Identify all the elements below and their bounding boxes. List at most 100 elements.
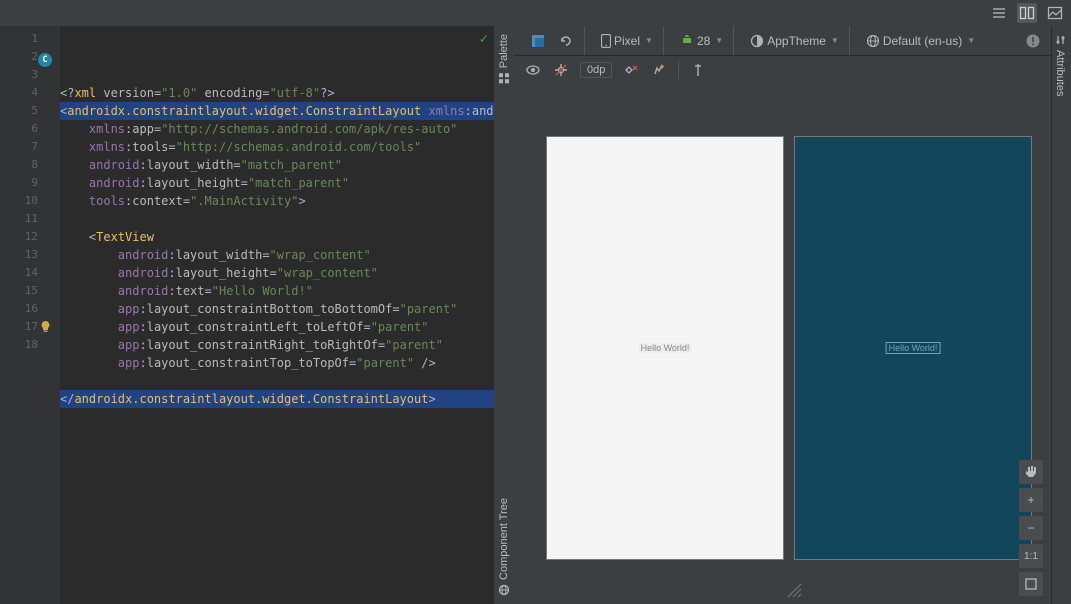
zoom-fit-button[interactable] (1019, 572, 1043, 596)
fold-mark[interactable] (46, 228, 60, 246)
intention-bulb-icon[interactable] (38, 320, 52, 334)
fold-column (46, 26, 60, 604)
clear-constraints-button[interactable] (622, 61, 640, 79)
fold-mark[interactable] (46, 156, 60, 174)
code-line[interactable]: <?xml version="1.0" encoding="utf-8"?> (60, 84, 494, 102)
device-label: Pixel (614, 34, 640, 48)
line-number: 8 (8, 156, 38, 174)
line-number: 17 (8, 318, 38, 336)
api-label: 28 (697, 34, 710, 48)
right-tool-tabs: Attributes (1051, 26, 1071, 604)
fold-mark[interactable] (46, 66, 60, 84)
fold-mark[interactable] (46, 102, 60, 120)
code-line[interactable]: app:layout_constraintTop_toTopOf="parent… (60, 354, 494, 372)
line-number: 14 (8, 264, 38, 282)
class-icon: C (38, 53, 52, 67)
split-view-button[interactable] (1017, 3, 1037, 23)
line-number: 10 (8, 192, 38, 210)
orientation-button[interactable] (554, 31, 578, 51)
line-number: 5 (8, 102, 38, 120)
fold-mark[interactable] (46, 138, 60, 156)
locale-selector[interactable]: Default (en-us) ▼ (862, 32, 979, 50)
line-number: 6 (8, 120, 38, 138)
warnings-button[interactable] (1021, 31, 1045, 51)
code-line[interactable]: app:layout_constraintLeft_toLeftOf="pare… (60, 318, 494, 336)
line-number: 12 (8, 228, 38, 246)
locale-label: Default (en-us) (883, 34, 962, 48)
code-line[interactable]: xmlns:app="http://schemas.android.com/ap… (60, 120, 494, 138)
code-editor-pane: 12C3456789101112131415161718 ✓ <?xml ver… (0, 26, 494, 604)
code-line[interactable]: android:layout_height="wrap_content" (60, 264, 494, 282)
component-tree-tab[interactable]: Component Tree (494, 490, 514, 604)
code-line[interactable] (60, 372, 494, 390)
code-line[interactable] (60, 210, 494, 228)
palette-tab-label: Palette (498, 34, 510, 68)
code-area[interactable]: ✓ <?xml version="1.0" encoding="utf-8"?>… (60, 26, 494, 604)
preview-text[interactable]: Hello World! (639, 343, 692, 353)
design-surface-button[interactable] (526, 31, 550, 51)
code-line[interactable]: android:layout_width="match_parent" (60, 156, 494, 174)
zoom-controls: + − 1:1 (1019, 460, 1043, 596)
preview-toolbar: Pixel ▼ 28 ▼ AppTh (514, 26, 1051, 56)
fold-mark[interactable] (46, 84, 60, 102)
attributes-tab[interactable]: Attributes (1052, 26, 1068, 104)
fold-mark[interactable] (46, 336, 60, 354)
line-number: 11 (8, 210, 38, 228)
code-line[interactable]: <TextView (60, 228, 494, 246)
api-selector[interactable]: 28 ▼ (676, 30, 727, 51)
line-number: 16 (8, 300, 38, 318)
code-line[interactable]: app:layout_constraintBottom_toBottomOf="… (60, 300, 494, 318)
palette-tab[interactable]: Palette (494, 26, 514, 92)
fold-mark[interactable] (46, 174, 60, 192)
chevron-down-icon: ▼ (715, 36, 723, 45)
code-line[interactable]: android:layout_width="wrap_content" (60, 246, 494, 264)
line-number: 7 (8, 138, 38, 156)
line-number: 9 (8, 174, 38, 192)
line-number: 18 (8, 336, 38, 354)
autoconnect-button[interactable] (552, 61, 570, 79)
resize-handle[interactable] (784, 580, 802, 598)
fold-mark[interactable] (46, 264, 60, 282)
fold-mark[interactable] (46, 30, 60, 48)
chevron-down-icon: ▼ (645, 36, 653, 45)
infer-constraints-button[interactable] (650, 61, 668, 79)
pan-button[interactable] (1019, 460, 1043, 484)
zoom-out-button[interactable]: − (1019, 516, 1043, 540)
code-view-button[interactable] (989, 3, 1009, 23)
default-margin-field[interactable]: 0dp (580, 62, 612, 78)
line-number: 3 (8, 66, 38, 84)
fold-mark[interactable] (46, 246, 60, 264)
chevron-down-icon: ▼ (967, 36, 975, 45)
fold-mark[interactable] (46, 300, 60, 318)
fold-mark[interactable] (46, 192, 60, 210)
theme-label: AppTheme (767, 34, 826, 48)
preview-left-tabs: Palette Component Tree (494, 26, 514, 604)
view-mode-bar (0, 0, 1071, 26)
line-number: 4 (8, 84, 38, 102)
device-selector[interactable]: Pixel ▼ (597, 32, 657, 50)
design-view-button[interactable] (1045, 3, 1065, 23)
code-line[interactable]: android:text="Hello World!" (60, 282, 494, 300)
view-options-button[interactable] (524, 61, 542, 79)
line-number: 2C (8, 48, 38, 66)
blueprint-preview[interactable]: Hello World! (794, 136, 1032, 560)
fold-mark[interactable] (46, 210, 60, 228)
line-number: 1 (8, 30, 38, 48)
code-line[interactable]: android:layout_height="match_parent" (60, 174, 494, 192)
zoom-reset-button[interactable]: 1:1 (1019, 544, 1043, 568)
preview-sub-toolbar: 0dp (514, 56, 1051, 84)
design-preview[interactable]: Hello World! (546, 136, 784, 560)
zoom-in-button[interactable]: + (1019, 488, 1043, 512)
code-line[interactable]: tools:context=".MainActivity"> (60, 192, 494, 210)
guidelines-button[interactable] (689, 61, 707, 79)
blueprint-text[interactable]: Hello World! (886, 342, 941, 354)
theme-selector[interactable]: AppTheme ▼ (746, 32, 843, 50)
design-canvas[interactable]: Hello World! Hello World! + − 1:1 (514, 84, 1051, 604)
code-line[interactable]: app:layout_constraintRight_toRightOf="pa… (60, 336, 494, 354)
code-line[interactable]: <androidx.constraintlayout.widget.Constr… (60, 102, 494, 120)
fold-mark[interactable] (46, 120, 60, 138)
layout-preview-pane: Pixel ▼ 28 ▼ AppTh (514, 26, 1051, 604)
code-line[interactable]: </androidx.constraintlayout.widget.Const… (60, 390, 494, 408)
code-line[interactable]: xmlns:tools="http://schemas.android.com/… (60, 138, 494, 156)
fold-mark[interactable] (46, 282, 60, 300)
